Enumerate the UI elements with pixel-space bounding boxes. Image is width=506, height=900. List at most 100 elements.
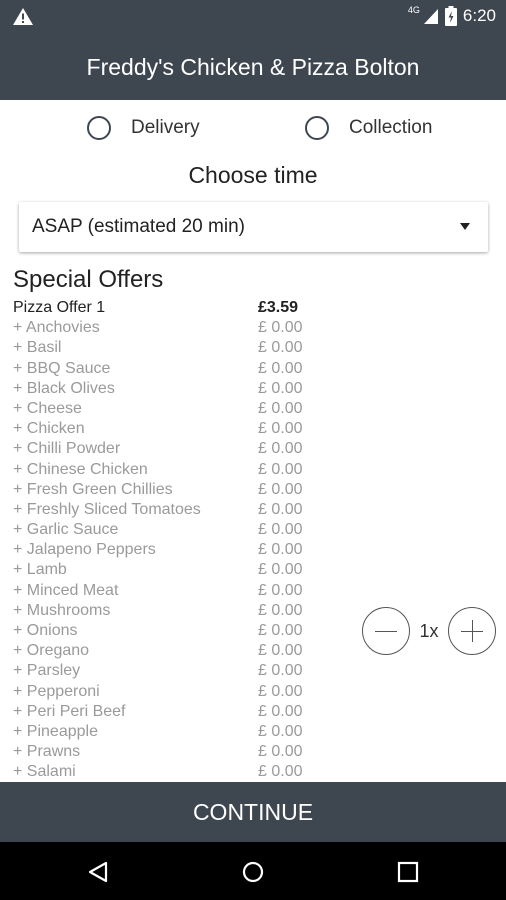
dropdown-arrow-icon xyxy=(460,223,470,230)
decrease-quantity-button[interactable] xyxy=(362,607,410,655)
minus-icon xyxy=(375,630,397,632)
topping-name: + Minced Meat xyxy=(13,581,119,599)
topping-price: £ 0.00 xyxy=(258,581,303,599)
topping-row: + Fresh Green Chillies £ 0.00 xyxy=(13,480,313,500)
network-type-label: 4G xyxy=(407,5,420,15)
topping-row: + Peri Peri Beef £ 0.00 xyxy=(13,702,313,722)
topping-name: + Parsley xyxy=(13,662,81,680)
topping-name: + Pepperoni xyxy=(13,682,100,700)
increase-quantity-button[interactable] xyxy=(448,607,496,655)
topping-name: + Cheese xyxy=(13,399,82,417)
time-select-value: ASAP (estimated 20 min) xyxy=(32,216,245,237)
topping-price: £ 0.00 xyxy=(258,521,303,539)
topping-price: £ 0.00 xyxy=(258,420,303,438)
topping-price: £ 0.00 xyxy=(258,561,303,579)
offer-item-name: Pizza Offer 1 xyxy=(13,299,106,316)
topping-price: £ 0.00 xyxy=(258,682,303,700)
topping-row: + Jalapeno Peppers £ 0.00 xyxy=(13,540,313,560)
system-nav-bar xyxy=(0,842,506,900)
topping-price: £ 0.00 xyxy=(258,601,303,619)
topping-row: + BBQ Sauce £ 0.00 xyxy=(13,359,313,379)
topping-price: £ 0.00 xyxy=(258,763,303,781)
topping-price: £ 0.00 xyxy=(258,642,303,660)
battery-icon xyxy=(444,6,457,26)
topping-name: + Chinese Chicken xyxy=(13,460,148,478)
topping-row: + Chinese Chicken £ 0.00 xyxy=(13,460,313,480)
quantity-stepper: 1x xyxy=(362,607,496,655)
topping-name: + Freshly Sliced Tomatoes xyxy=(13,500,201,518)
topping-row: + Pineapple £ 0.00 xyxy=(13,722,313,742)
topping-price: £ 0.00 xyxy=(258,440,303,458)
topping-price: £ 0.00 xyxy=(258,662,303,680)
app-title: Freddy's Chicken & Pizza Bolton xyxy=(86,53,420,80)
topping-row: + Pepperoni £ 0.00 xyxy=(13,682,313,702)
topping-name: + Black Olives xyxy=(13,379,115,397)
topping-price: £ 0.00 xyxy=(258,460,303,478)
topping-row: + Prawns £ 0.00 xyxy=(13,742,313,762)
topping-name: + Mushrooms xyxy=(13,601,111,619)
status-bar: 4G 6:20 xyxy=(0,0,506,34)
clock: 6:20 xyxy=(462,6,496,25)
topping-name: + Prawns xyxy=(13,743,81,761)
topping-name: + Pineapple xyxy=(13,722,98,740)
topping-row: + Minced Meat £ 0.00 xyxy=(13,581,313,601)
topping-name: + Salami xyxy=(13,763,76,781)
time-select[interactable]: ASAP (estimated 20 min) xyxy=(19,202,488,252)
topping-name: + Basil xyxy=(13,339,62,357)
special-offers-title: Special Offers xyxy=(13,266,164,293)
topping-row: + Lamb £ 0.00 xyxy=(13,560,313,580)
delivery-radio[interactable] xyxy=(87,116,111,140)
offer-list: Pizza Offer 1 £3.59 + Anchovies £ 0.00 + B… xyxy=(13,298,313,783)
topping-row: + Anchovies £ 0.00 xyxy=(13,318,313,338)
topping-row: + Onions £ 0.00 xyxy=(13,621,313,641)
topping-name: + Lamb xyxy=(13,561,67,579)
choose-time-heading: Choose time xyxy=(188,162,318,188)
topping-name: + Anchovies xyxy=(13,319,100,337)
collection-label: Collection xyxy=(349,117,433,138)
topping-price: £ 0.00 xyxy=(258,743,303,761)
topping-price: £ 0.00 xyxy=(258,541,303,559)
topping-row: + Freshly Sliced Tomatoes £ 0.00 xyxy=(13,500,313,520)
recents-icon[interactable] xyxy=(397,861,419,883)
topping-name: + Onions xyxy=(13,622,78,639)
topping-name: + Chicken xyxy=(13,420,85,438)
topping-row: + Garlic Sauce £ 0.00 xyxy=(13,520,313,540)
offer-item: Pizza Offer 1 £3.59 xyxy=(13,298,313,318)
continue-button-label: CONTINUE xyxy=(192,798,314,825)
topping-name: + Garlic Sauce xyxy=(13,521,119,539)
topping-price: £ 0.00 xyxy=(258,480,303,498)
app-bar: Freddy's Chicken & Pizza Bolton xyxy=(0,34,506,100)
topping-row: + Black Olives £ 0.00 xyxy=(13,379,313,399)
topping-name: + Fresh Green Chillies xyxy=(13,480,173,498)
collection-radio[interactable] xyxy=(305,116,329,140)
continue-button[interactable]: CONTINUE xyxy=(0,782,506,842)
warning-icon xyxy=(13,8,33,25)
topping-price: £ 0.00 xyxy=(258,399,303,417)
topping-price: £ 0.00 xyxy=(258,702,303,720)
home-icon[interactable] xyxy=(242,861,264,883)
topping-name: + Oregano xyxy=(13,642,90,660)
topping-price: £ 0.00 xyxy=(258,319,303,337)
topping-row: + Salami £ 0.00 xyxy=(13,762,313,782)
topping-price: £ 0.00 xyxy=(258,339,303,357)
topping-row: + Cheese £ 0.00 xyxy=(13,399,313,419)
offer-item-price: £3.59 xyxy=(258,299,299,316)
topping-name: + Chilli Powder xyxy=(13,440,121,458)
topping-price: £ 0.00 xyxy=(258,622,303,639)
topping-price: £ 0.00 xyxy=(258,722,303,740)
collection-option[interactable]: Collection xyxy=(305,116,432,140)
topping-name: + Peri Peri Beef xyxy=(13,702,126,720)
delivery-option[interactable]: Delivery xyxy=(87,116,200,140)
topping-row: + Basil £ 0.00 xyxy=(13,338,313,358)
topping-price: £ 0.00 xyxy=(258,379,303,397)
topping-name: + BBQ Sauce xyxy=(13,359,111,377)
back-icon[interactable] xyxy=(87,861,109,883)
topping-row: + Chilli Powder £ 0.00 xyxy=(13,439,313,459)
topping-row: + Chicken £ 0.00 xyxy=(13,419,313,439)
signal-icon xyxy=(423,9,438,24)
topping-name: + Jalapeno Peppers xyxy=(13,541,156,559)
topping-price: £ 0.00 xyxy=(258,359,303,377)
delivery-label: Delivery xyxy=(131,117,200,138)
topping-row: + Mushrooms £ 0.00 xyxy=(13,601,313,621)
topping-row: + Parsley £ 0.00 xyxy=(13,661,313,681)
